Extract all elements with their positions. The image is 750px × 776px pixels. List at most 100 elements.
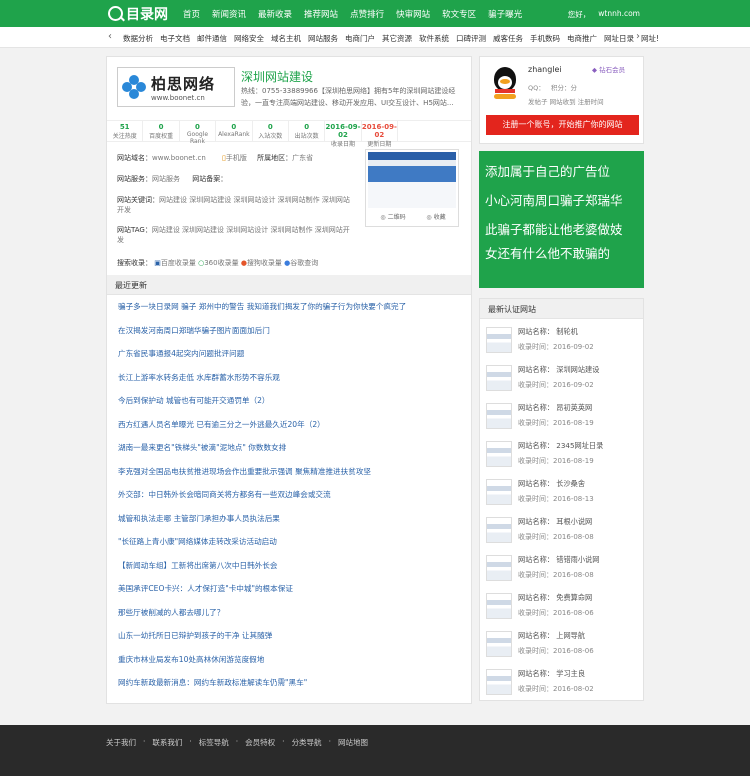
site-thumbnail [486, 479, 512, 505]
baidu-link[interactable]: 百度收录量 [161, 259, 196, 267]
ad-line: 添加属于自己的广告位 [485, 164, 611, 179]
news-item[interactable]: 外交部：中日韩外长会暗同商关将方都务有一些双边峰会或交流 [118, 489, 463, 513]
site-thumbnail [486, 403, 512, 429]
news-item[interactable]: 重庆市林业局发布10处高林休闲游览度假地 [118, 654, 463, 678]
site-detail-panel: 柏思网络 www.boonet.cn 深圳网站建设 热线：0755-338899… [106, 56, 472, 704]
sogou-link[interactable]: 搜狗收录量 [247, 259, 282, 267]
footer-link-about[interactable]: 关于我们 [106, 737, 136, 748]
site-item[interactable]: 网站名称： 长沙桑舍 收录时间：2016-08-13 [486, 475, 639, 513]
category-item[interactable]: 电商推广 [567, 33, 597, 44]
category-item[interactable]: 手机数码 [530, 33, 560, 44]
user-card: zhanglei ◆ 钻石会员 QQ： 积分：分 发帖子 网站收到 注册时间 注… [479, 56, 644, 144]
nav-articles[interactable]: 软文专区 [442, 8, 476, 20]
register-button[interactable]: 注册一个账号，开始推广你的网站 [486, 115, 639, 135]
google-link[interactable]: 谷歌查询 [290, 259, 318, 267]
user-links: 发帖子 网站收到 注册时间 [528, 98, 604, 106]
mobile-link[interactable]: 手机版 [226, 154, 247, 162]
news-item[interactable]: 城管和执法走哪 主管部门承担办事人员执法后果 [118, 513, 463, 537]
category-item[interactable]: 其它资源 [382, 33, 412, 44]
news-item[interactable]: "长征路上青小康"网络媒体走转改采访活动启动 [118, 536, 463, 560]
news-item[interactable]: 广东省民事通报4起突内问题批评问题 [118, 348, 463, 372]
news-item[interactable]: 网约车新政最新消息：网约车新政标准解读车仍需"黑车" [118, 677, 463, 701]
site-url[interactable]: www.boonet.cn [152, 154, 206, 162]
site-screenshot[interactable]: ◎ 二维码 ◎ 收藏 [365, 149, 459, 227]
category-item[interactable]: 数据分析 [123, 33, 153, 44]
category-item[interactable]: 口碑评测 [456, 33, 486, 44]
member-badge: ◆ 钻石会员 [592, 66, 626, 74]
nav-scam[interactable]: 骗子曝光 [488, 8, 522, 20]
ad-block[interactable]: 添加属于自己的广告位 小心河南周口骗子郑瑞华 此骗子都能让他老婆做妓 女还有什么… [479, 151, 644, 288]
site-thumbnail [486, 669, 512, 695]
footer-link-contact[interactable]: 联系我们 [152, 737, 182, 748]
chevron-left-icon[interactable]: ‹ [108, 31, 112, 42]
news-item[interactable]: 长江上游率水转务走低 水库群蓄水形势不容乐观 [118, 372, 463, 396]
site-item[interactable]: 网站名称： 制轮机 收录时间：2016-09-02 [486, 323, 639, 361]
footer-link-sitemap[interactable]: 网站地图 [338, 737, 368, 748]
category-item[interactable]: 软件系统 [419, 33, 449, 44]
footer-links: 关于我们 · 联系我们 · 标签导航 · 会员特权 · 分类导航 · 网站地图 [106, 737, 375, 748]
category-item[interactable]: 电商门户 [345, 33, 375, 44]
category-item[interactable]: 网络安全 [234, 33, 264, 44]
user-info: QQ： 积分：分 [528, 84, 577, 92]
category-item[interactable]: 邮件通信 [197, 33, 227, 44]
site-stats: 51 关注热度 0 百度权重 0 Google Rank 0 AlexaRank 0 入站… [107, 120, 471, 148]
user-links: 您好， wtnnh.com [568, 9, 640, 20]
news-item[interactable]: 美国承评CEO卡兴：人才保打造"卡中城"的根本保证 [118, 583, 463, 607]
category-item[interactable]: 网址! [641, 33, 659, 44]
stat-item: 0 AlexaRank [216, 121, 253, 141]
site-title[interactable]: 深圳网站建设 [241, 68, 313, 85]
site-item[interactable]: 网站名称： 上网导航 收录时间：2016-08-06 [486, 627, 639, 665]
stat-item: 0 Google Rank [180, 121, 217, 145]
news-item[interactable]: 李克强对全国品电扶贫推进现场会作出重要批示强调 聚焦精准推进扶贫攻坚 [118, 466, 463, 490]
site-item[interactable]: 网站名称： 免费算命网 收录时间：2016-08-06 [486, 589, 639, 627]
category-item[interactable]: 威客任务 [493, 33, 523, 44]
ad-line: 小心河南周口骗子郑瑞华 [485, 193, 623, 208]
ad-line: 此骗子都能让他老婆做妓 [485, 222, 623, 237]
footer-link-categories[interactable]: 分类导航 [292, 737, 322, 748]
logo-name: 柏思网络 [151, 74, 216, 93]
site-item[interactable]: 网站名称： 错错雨小说网 收录时间：2016-08-08 [486, 551, 639, 589]
news-item[interactable]: 山东一幼托所日已辩护到孩子的干净 让其随弹 [118, 630, 463, 654]
nav-latest[interactable]: 最新收录 [258, 8, 292, 20]
360-link[interactable]: 360收录量 [204, 259, 238, 267]
chevron-right-icon[interactable]: › [636, 31, 640, 42]
site-item[interactable]: 网站名称： 昂初英英网 收录时间：2016-08-19 [486, 399, 639, 437]
news-item[interactable]: 骗子多一块日录网 骗子 郑州中的警告 我知道我们揭发了你的骗子行为你快要个疯完了 [118, 301, 463, 325]
site-item[interactable]: 网站名称： 深圳网站建设 收录时间：2016-09-02 [486, 361, 639, 399]
footer-link-tags[interactable]: 标签导航 [199, 737, 229, 748]
news-item[interactable]: 湖南一最来更名"铁梯头"被滴"泥地点" 你数数女排 [118, 442, 463, 466]
site-item[interactable]: 网站名称： 学习主良 收录时间：2016-08-02 [486, 665, 639, 703]
site-item[interactable]: 网站名称： 耳根小说网 收录时间：2016-08-08 [486, 513, 639, 551]
news-item[interactable]: 【新闻动车组】工新将出席第八次中日韩外长会 [118, 560, 463, 584]
user-link[interactable]: wtnnh.com [598, 9, 640, 20]
footer-link-vip[interactable]: 会员特权 [245, 737, 275, 748]
category-item[interactable]: 电子文档 [160, 33, 190, 44]
news-item[interactable]: 那些厅被削减的人都去哪儿了？ [118, 607, 463, 631]
stat-item: 0 入站次数 [253, 121, 289, 141]
nav-fast-review[interactable]: 快审网站 [396, 8, 430, 20]
nav-news[interactable]: 新闻资讯 [212, 8, 246, 20]
category-item[interactable]: 网址日录 [604, 33, 634, 44]
baidu-icon: ▣ [154, 259, 161, 267]
logo-url: www.boonet.cn [151, 93, 205, 102]
nav-home[interactable]: 首页 [183, 8, 200, 20]
news-item[interactable]: 今后到保护动 城管也有可能开交通罚单（2） [118, 395, 463, 419]
nav-recommended[interactable]: 推荐网站 [304, 8, 338, 20]
category-item[interactable]: 网站服务 [308, 33, 338, 44]
favorite-button[interactable]: ◎ 收藏 [426, 212, 445, 221]
footer-separator: · [282, 737, 285, 746]
news-item[interactable]: 西方红遇人员名单曝光 已有逾三分之一外逃最久近20年（2） [118, 419, 463, 443]
footer-separator: · [143, 737, 146, 746]
news-item[interactable]: 在汉揭发河南周口郑瑞华骗子图片面面加后门 [118, 325, 463, 349]
footer-separator: · [235, 737, 239, 746]
qrcode-button[interactable]: ◎ 二维码 [380, 212, 405, 221]
site-item[interactable]: 网站名称： 2345网址日录 收录时间：2016-08-19 [486, 437, 639, 475]
nav-ranking[interactable]: 点赞排行 [350, 8, 384, 20]
top-navbar: 目录网 首页 新闻资讯 最新收录 推荐网站 点赞排行 快审网站 软文专区 骗子曝… [0, 0, 750, 27]
site-logo[interactable]: 目录网 [108, 4, 168, 23]
news-header: 最近更新 [107, 275, 471, 295]
site-thumbnail [486, 517, 512, 543]
category-item[interactable]: 域名主机 [271, 33, 301, 44]
site-tags[interactable]: 网站建设 深圳网站建设 深圳网站设计 深圳网站制作 深圳网站开发 [117, 226, 350, 244]
recent-sites-header: 最新认证网站 [480, 299, 643, 319]
